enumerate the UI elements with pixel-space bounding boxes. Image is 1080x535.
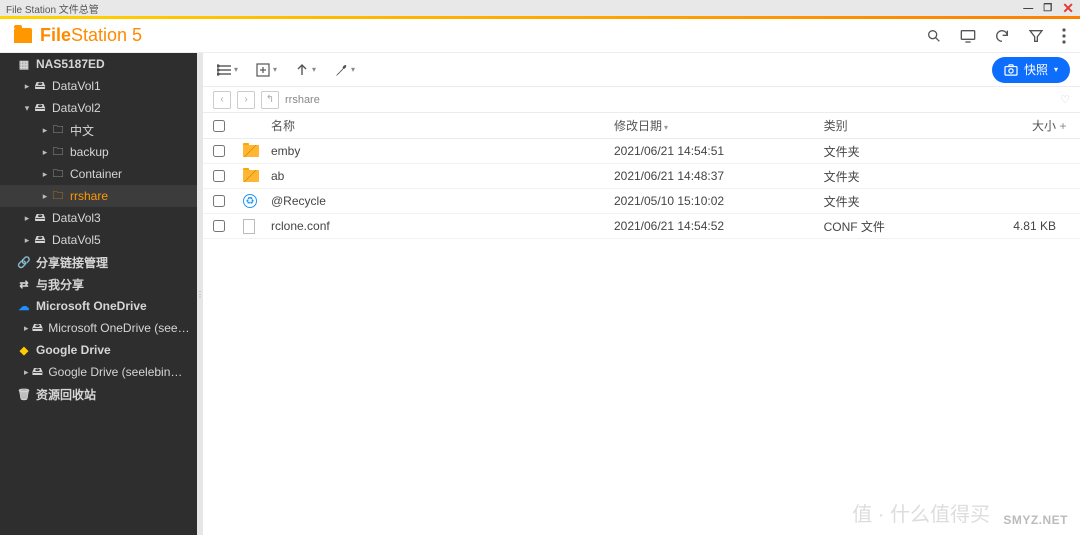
- window-maximize-button[interactable]: ❐: [1043, 3, 1052, 14]
- file-panel: ▾ ▾ ▾ ▾ 快照 ▾ ‹ › ↰ rr: [203, 53, 1080, 535]
- tree-datavol5[interactable]: ▸🖴DataVol5: [0, 229, 197, 251]
- row-checkbox[interactable]: [213, 220, 225, 232]
- snapshot-button-label: 快照: [1024, 61, 1048, 78]
- file-grid-header: 名称 修改日期▾ 类别 大小 +: [203, 113, 1080, 139]
- row-date: 2021/06/21 14:54:52: [614, 219, 824, 233]
- tree-datavol2[interactable]: ▾🖴DataVol2: [0, 97, 197, 119]
- view-mode-button[interactable]: ▾: [213, 60, 242, 80]
- app-title-bold: File: [40, 25, 71, 45]
- tree-onedrive-account[interactable]: ▸🖴Microsoft OneDrive (seelebin@: [0, 317, 197, 339]
- tools-button[interactable]: ▾: [330, 59, 359, 81]
- column-size[interactable]: 大小: [976, 117, 1056, 134]
- tree-datavol2-container[interactable]: ▸🗀Container: [0, 163, 197, 185]
- brand-bar: FileStation 5: [0, 19, 1080, 53]
- sidebar-tree: ▦NAS5187ED ▸🖴DataVol1 ▾🖴DataVol2 ▸🗀中文 ▸🗀…: [0, 53, 197, 535]
- watermark-smyz: SMYZ.NET: [1003, 513, 1068, 527]
- row-date: 2021/05/10 15:10:02: [614, 194, 824, 208]
- column-name[interactable]: 名称: [271, 117, 614, 134]
- watermark-zhi: 值 · 什么值得买: [852, 498, 990, 527]
- row-checkbox[interactable]: [213, 195, 225, 207]
- row-name: rclone.conf: [271, 219, 614, 233]
- nav-up-button[interactable]: ↰: [261, 91, 279, 109]
- tree-gdrive[interactable]: ◆Google Drive: [0, 339, 197, 361]
- create-button[interactable]: ▾: [252, 59, 281, 81]
- row-type: 文件夹: [824, 143, 976, 160]
- row-type: CONF 文件: [824, 218, 976, 235]
- row-name: emby: [271, 144, 614, 158]
- tree-datavol2-backup[interactable]: ▸🗀backup: [0, 141, 197, 163]
- tree-onedrive[interactable]: ☁Microsoft OneDrive: [0, 295, 197, 317]
- row-name: @Recycle: [271, 194, 614, 208]
- app-title-light: Station 5: [71, 25, 142, 45]
- window-close-button[interactable]: ✕: [1062, 3, 1074, 14]
- filter-icon[interactable]: [1028, 28, 1044, 44]
- tree-nas-root[interactable]: ▦NAS5187ED: [0, 53, 197, 75]
- row-type: 文件夹: [824, 193, 976, 210]
- window-titlebar: File Station 文件总管 — ❐ ✕: [0, 0, 1080, 16]
- breadcrumb[interactable]: rrshare: [285, 94, 320, 106]
- row-checkbox[interactable]: [213, 145, 225, 157]
- table-row[interactable]: emby2021/06/21 14:54:51文件夹: [203, 139, 1080, 164]
- snapshot-button[interactable]: 快照 ▾: [992, 57, 1070, 83]
- path-bar: ‹ › ↰ rrshare ♡: [203, 87, 1080, 113]
- remote-desktop-icon[interactable]: [960, 28, 976, 44]
- column-configure-button[interactable]: +: [1056, 119, 1070, 133]
- table-row[interactable]: ab2021/06/21 14:48:37文件夹: [203, 164, 1080, 189]
- tree-shared-with-me[interactable]: ⇄与我分享: [0, 273, 197, 295]
- tree-share-links[interactable]: 🔗分享链接管理: [0, 251, 197, 273]
- sort-desc-icon: ▾: [664, 123, 668, 132]
- window-minimize-button[interactable]: —: [1023, 3, 1033, 14]
- refresh-icon[interactable]: [994, 28, 1010, 44]
- folder-open-icon: [243, 145, 259, 157]
- more-menu-icon[interactable]: [1062, 28, 1066, 44]
- file-toolbar: ▾ ▾ ▾ ▾ 快照 ▾: [203, 53, 1080, 87]
- column-type[interactable]: 类别: [824, 117, 976, 134]
- window-title: File Station 文件总管: [6, 1, 99, 16]
- tree-recycle-bin[interactable]: 🗑资源回收站: [0, 383, 197, 405]
- folder-open-icon: [243, 170, 259, 182]
- file-icon: [243, 219, 255, 234]
- column-date[interactable]: 修改日期▾: [614, 117, 824, 134]
- favorite-icon[interactable]: ♡: [1060, 93, 1070, 106]
- file-grid-body: emby2021/06/21 14:54:51文件夹ab2021/06/21 1…: [203, 139, 1080, 239]
- app-title: FileStation 5: [40, 25, 142, 46]
- nav-back-button[interactable]: ‹: [213, 91, 231, 109]
- app-logo-icon: [14, 28, 32, 43]
- row-size: 4.81 KB: [976, 219, 1056, 233]
- recycle-icon: [243, 194, 257, 208]
- tree-datavol2-cn[interactable]: ▸🗀中文: [0, 119, 197, 141]
- search-icon[interactable]: [926, 28, 942, 44]
- tree-datavol2-rrshare[interactable]: ▸🗀rrshare: [0, 185, 197, 207]
- row-name: ab: [271, 169, 614, 183]
- row-type: 文件夹: [824, 168, 976, 185]
- row-date: 2021/06/21 14:48:37: [614, 169, 824, 183]
- table-row[interactable]: rclone.conf2021/06/21 14:54:52CONF 文件4.8…: [203, 214, 1080, 239]
- nav-forward-button[interactable]: ›: [237, 91, 255, 109]
- tree-gdrive-account[interactable]: ▸🖴Google Drive (seelebin@gmail.: [0, 361, 197, 383]
- tree-datavol1[interactable]: ▸🖴DataVol1: [0, 75, 197, 97]
- upload-button[interactable]: ▾: [291, 59, 320, 81]
- tree-datavol3[interactable]: ▸🖴DataVol3: [0, 207, 197, 229]
- select-all-checkbox[interactable]: [213, 120, 225, 132]
- row-checkbox[interactable]: [213, 170, 225, 182]
- row-date: 2021/06/21 14:54:51: [614, 144, 824, 158]
- table-row[interactable]: @Recycle2021/05/10 15:10:02文件夹: [203, 189, 1080, 214]
